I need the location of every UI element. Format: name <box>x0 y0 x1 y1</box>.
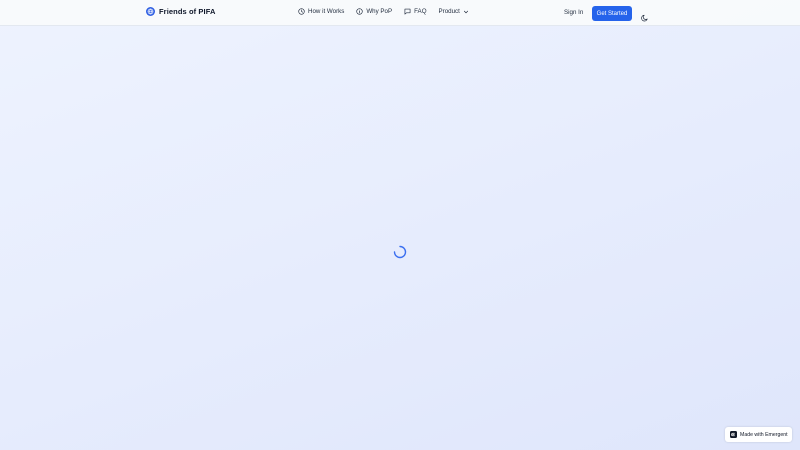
get-started-button[interactable]: Get Started <box>592 6 632 21</box>
info-icon <box>356 8 363 15</box>
sign-in-link[interactable]: Sign In <box>564 9 583 16</box>
nav-item-label: Product <box>438 8 460 15</box>
nav-item-product-dropdown[interactable]: Product <box>439 8 469 15</box>
top-navbar: Friends of PIFA How it Works Why PoP FAQ… <box>0 0 800 26</box>
spinner-icon <box>393 245 407 259</box>
chevron-down-icon <box>463 9 469 15</box>
badge-label: Made with Emergent <box>740 431 788 438</box>
moon-icon[interactable] <box>641 9 649 22</box>
main-nav: How it Works Why PoP FAQ Product <box>298 8 481 15</box>
brand-logo-link[interactable]: Friends of PIFA <box>146 7 216 16</box>
emergent-logo-icon <box>730 431 737 438</box>
nav-item-label: Why PoP <box>366 8 393 15</box>
message-icon <box>404 8 411 15</box>
nav-item-how-it-works[interactable]: How it Works <box>298 8 344 15</box>
nav-item-label: FAQ <box>414 8 427 15</box>
made-with-emergent-badge[interactable]: Made with Emergent <box>725 427 792 442</box>
nav-item-why-pop[interactable]: Why PoP <box>356 8 392 15</box>
globe-icon <box>146 7 155 16</box>
clock-icon <box>298 8 305 15</box>
nav-item-label: How it Works <box>308 8 345 15</box>
nav-item-faq[interactable]: FAQ <box>404 8 427 15</box>
brand-name: Friends of PIFA <box>159 7 216 16</box>
